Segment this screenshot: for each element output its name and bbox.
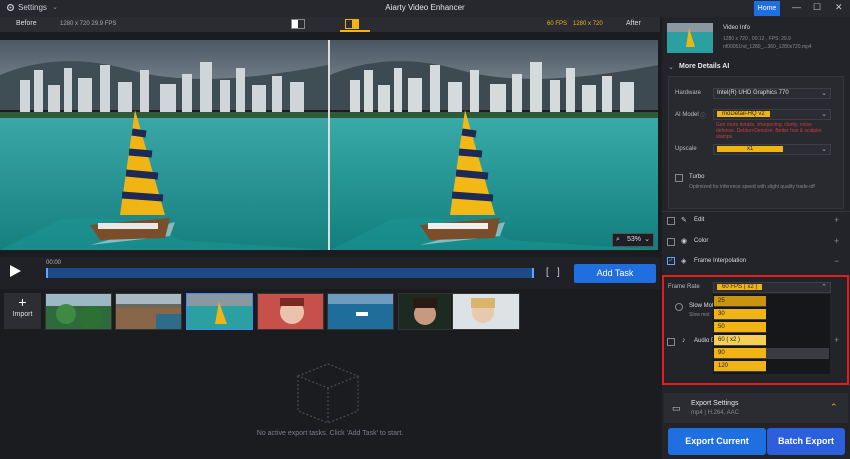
home-button[interactable]: Home bbox=[754, 1, 780, 16]
export-settings-icon: ▭ bbox=[672, 403, 681, 413]
edit-label: Edit bbox=[694, 217, 705, 223]
thumbnail-woman-blonde[interactable] bbox=[452, 293, 520, 330]
maximize-button[interactable]: ☐ bbox=[813, 2, 821, 13]
video-info-title: Video Info bbox=[723, 25, 750, 31]
edit-checkbox[interactable] bbox=[667, 217, 675, 225]
chevron-down-icon: ⌄ bbox=[644, 236, 650, 243]
chevron-down-icon: ⌄ bbox=[821, 90, 827, 97]
info-icon[interactable]: ⓘ bbox=[700, 111, 706, 120]
before-label: Before bbox=[16, 20, 37, 27]
batch-export-button[interactable]: Batch Export bbox=[767, 428, 845, 455]
hardware-value: Intel(R) UHD Graphics 770 bbox=[717, 90, 789, 96]
turbo-description: Optimized for inference speed with sligh… bbox=[689, 184, 815, 190]
plus-icon: + bbox=[18, 294, 27, 310]
palette-icon: ◉ bbox=[681, 238, 688, 245]
split-view-button[interactable] bbox=[291, 19, 305, 29]
compare-bar: Before 1280 x 720 29.9 FPS 60 FPS 1280 x… bbox=[0, 17, 660, 32]
double-chevron-up-icon[interactable]: ⌃ bbox=[830, 402, 838, 413]
thumbnail-ocean-boat[interactable] bbox=[327, 293, 394, 330]
chevron-down-icon: ⌄ bbox=[821, 146, 827, 153]
zoom-selector[interactable]: ⌕ 53% ⌄ bbox=[612, 233, 654, 247]
play-button[interactable] bbox=[8, 264, 22, 280]
export-settings-title: Export Settings bbox=[691, 400, 739, 407]
import-button[interactable]: + Import bbox=[4, 293, 41, 329]
zoom-icon: ⌕ bbox=[616, 236, 620, 243]
before-frame-image bbox=[0, 40, 328, 250]
video-info-line2: nf00051hd_1280_...360_1280x720.mp4 bbox=[723, 44, 812, 50]
turbo-checkbox[interactable] bbox=[675, 174, 683, 182]
before-preview[interactable] bbox=[0, 40, 328, 250]
close-button[interactable]: ✕ bbox=[835, 2, 843, 13]
thumbnail-coast-town[interactable] bbox=[115, 293, 182, 330]
turbo-label: Turbo bbox=[689, 174, 705, 180]
chevron-down-icon: ⌄ bbox=[821, 111, 827, 118]
after-resolution: 1280 x 720 bbox=[573, 21, 603, 27]
timeline-track[interactable] bbox=[46, 268, 534, 278]
ai-model-value: moDetail-HQ v2 bbox=[717, 111, 770, 117]
frame-interp-label: Frame Interpolation bbox=[694, 258, 747, 264]
empty-box-icon bbox=[288, 356, 368, 428]
trim-start-icon[interactable]: [ bbox=[546, 267, 549, 278]
video-info-thumbnail bbox=[667, 23, 713, 53]
highlight-box bbox=[662, 275, 849, 385]
empty-export-message: No active export tasks. Click 'Add Task'… bbox=[256, 430, 404, 437]
export-settings-sub: mp4 | H.264, AAC bbox=[691, 410, 739, 416]
collapse-frame-interp-icon[interactable]: − bbox=[834, 256, 839, 266]
active-mode-indicator bbox=[340, 30, 370, 32]
export-settings-panel[interactable] bbox=[664, 393, 848, 423]
upscale-value: x1 bbox=[717, 146, 784, 152]
title-bar: Settings ⌄ Aiarty Video Enhancer Home — … bbox=[0, 0, 850, 17]
thumbnail-woman-red[interactable] bbox=[257, 293, 324, 330]
color-label: Color bbox=[694, 238, 709, 244]
thumbnail-sailboat[interactable] bbox=[186, 293, 253, 330]
expand-edit-icon[interactable]: + bbox=[834, 215, 839, 225]
ai-model-description: Gen more details, sharpening, clarity, n… bbox=[716, 122, 822, 140]
import-label: Import bbox=[12, 311, 33, 318]
upscale-label: Upscale bbox=[675, 146, 697, 152]
play-icon bbox=[10, 265, 21, 277]
zoom-level: 53% bbox=[627, 236, 642, 243]
section-title: More Details AI bbox=[679, 63, 730, 70]
after-frame-image bbox=[330, 40, 658, 250]
frame-interp-icon: ◈ bbox=[681, 258, 687, 265]
app-title: Aiarty Video Enhancer bbox=[385, 3, 465, 12]
expand-color-icon[interactable]: + bbox=[834, 236, 839, 246]
hardware-label: Hardware bbox=[675, 90, 702, 96]
timeline-time: 00:00 bbox=[46, 260, 62, 266]
upscale-select[interactable]: x1 ⌄ bbox=[713, 144, 831, 155]
after-label: After bbox=[626, 20, 641, 27]
hardware-select[interactable]: Intel(R) UHD Graphics 770 ⌄ bbox=[713, 88, 831, 99]
video-info-line1: 1280 x 720 , 00:12 , FPS: 29.9 bbox=[723, 36, 791, 42]
add-task-button[interactable]: Add Task bbox=[574, 264, 656, 283]
edit-icon: ✎ bbox=[681, 217, 687, 224]
ai-model-select[interactable]: moDetail-HQ v2 ⌄ bbox=[713, 109, 831, 120]
frame-interp-checkbox[interactable]: ✓ bbox=[667, 257, 675, 265]
color-checkbox[interactable] bbox=[667, 238, 675, 246]
divider bbox=[662, 211, 850, 212]
export-current-button[interactable]: Export Current bbox=[668, 428, 766, 455]
chevron-down-icon[interactable]: ⌄ bbox=[668, 63, 674, 71]
trim-end-icon[interactable]: ] bbox=[557, 267, 560, 278]
after-preview[interactable] bbox=[330, 40, 658, 250]
minimize-button[interactable]: — bbox=[792, 2, 801, 12]
thumbnail-forest[interactable] bbox=[45, 293, 112, 330]
ai-model-label: AI Model bbox=[675, 112, 699, 118]
before-info: 1280 x 720 29.9 FPS bbox=[60, 21, 117, 27]
side-by-side-button[interactable] bbox=[345, 19, 359, 29]
after-fps: 60 FPS bbox=[547, 21, 568, 27]
